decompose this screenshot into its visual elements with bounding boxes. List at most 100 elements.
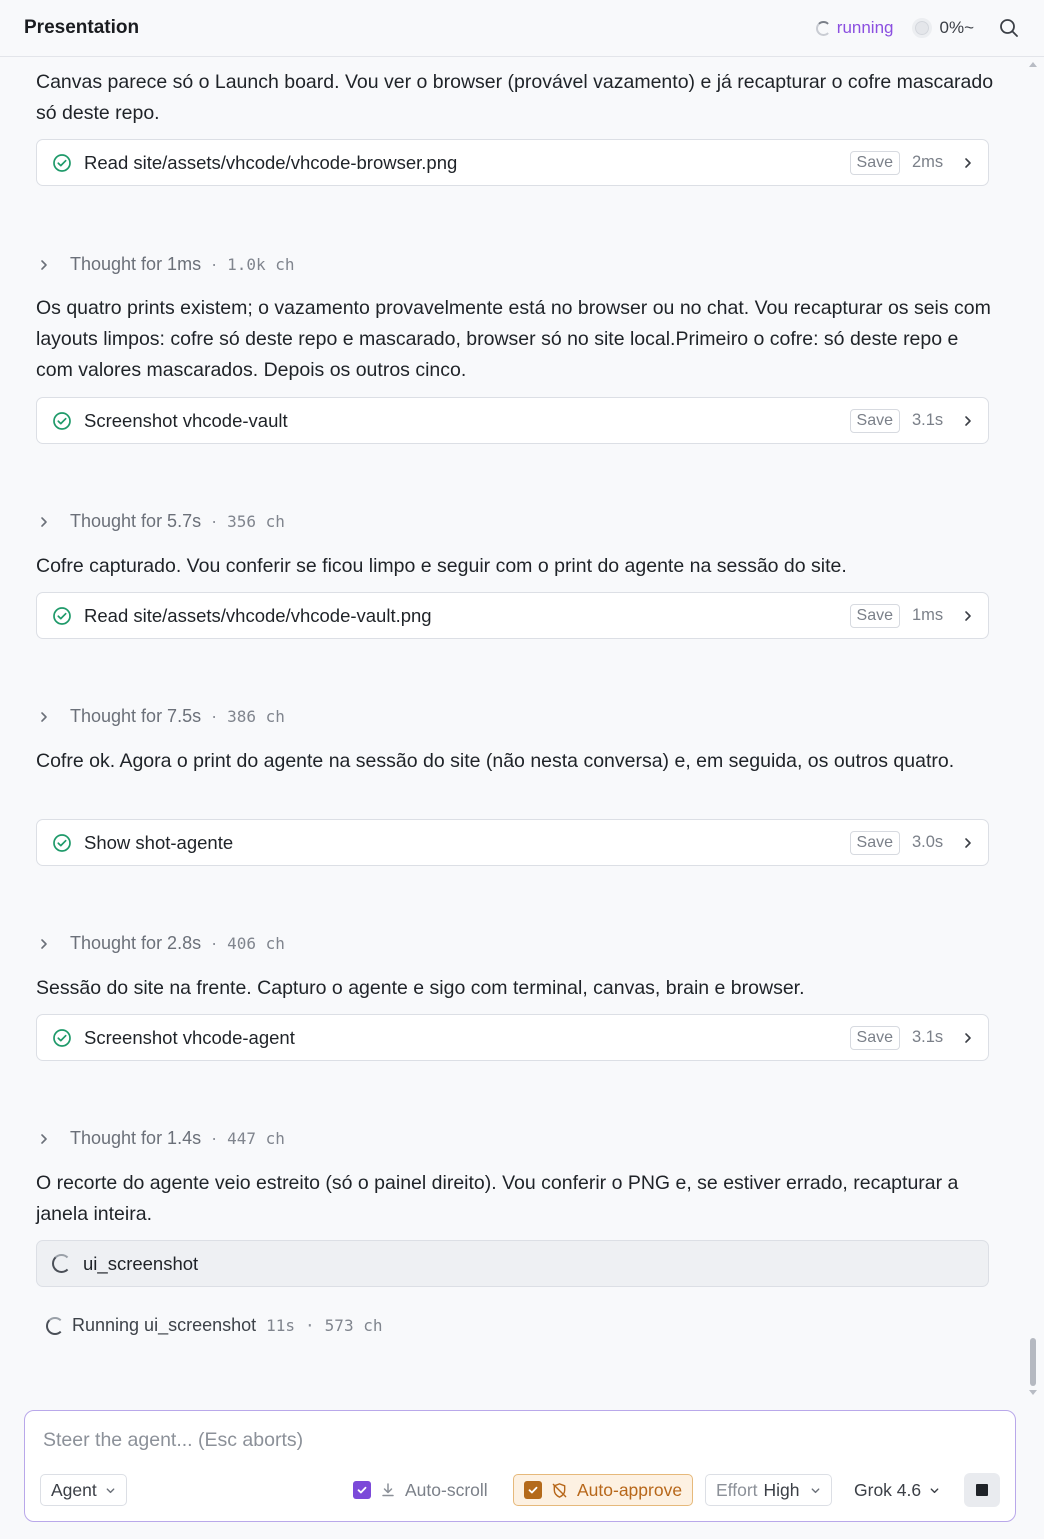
thought-label: Thought for 1ms (70, 254, 202, 274)
thought-label: Thought for 7.5s (70, 706, 202, 726)
assistant-message: Cofre ok. Agora o print do agente na ses… (36, 750, 955, 772)
autoapprove-toggle[interactable]: Auto-approve (513, 1474, 694, 1506)
thought-char-count: 447 ch (227, 1129, 285, 1148)
effort-select[interactable]: Effort High (705, 1474, 832, 1506)
assistant-message: O recorte do agente veio estreito (só o … (36, 1172, 959, 1225)
loading-spinner-icon (52, 1254, 71, 1273)
scroll-up-arrow-icon[interactable] (1029, 62, 1037, 67)
save-button[interactable]: Save (849, 603, 900, 628)
steer-input[interactable] (43, 1429, 943, 1452)
success-check-icon (53, 411, 71, 430)
separator-dot: · (211, 511, 218, 531)
chevron-right-icon[interactable] (962, 1032, 974, 1044)
chevron-right-icon[interactable] (962, 610, 974, 622)
chevron-right-icon (41, 259, 47, 270)
scroll-down-arrow-icon[interactable] (1029, 1390, 1037, 1395)
tool-duration: 1ms (912, 606, 944, 624)
thought-toggle[interactable]: Thought for 2.8s · 406 ch (36, 933, 285, 954)
save-button[interactable]: Save (849, 1025, 900, 1050)
success-check-icon (53, 1028, 71, 1047)
chevron-right-icon[interactable] (962, 157, 974, 169)
effort-value: High (763, 1479, 800, 1500)
autoscroll-checkbox[interactable] (353, 1481, 371, 1499)
stop-icon (976, 1484, 988, 1496)
assistant-message: Os quatro prints existem; o vazamento pr… (36, 297, 991, 381)
separator-dot: · (211, 254, 218, 274)
save-button[interactable]: Save (849, 408, 900, 433)
thought-char-count: 356 ch (227, 512, 285, 531)
separator-dot: · (211, 933, 218, 953)
checkmark-icon (528, 1486, 538, 1494)
usage-ring-icon (911, 18, 932, 38)
chevron-right-icon (41, 1133, 47, 1144)
thought-toggle[interactable]: Thought for 7.5s · 386 ch (36, 706, 285, 727)
loading-spinner-icon (46, 1316, 64, 1335)
success-check-icon (53, 833, 71, 852)
assistant-message: Cofre capturado. Vou conferir se ficou l… (36, 555, 847, 577)
composer: Agent Auto-scroll Auto-approve Effort Hi… (24, 1410, 1016, 1522)
tool-call-label: Read site/assets/vhcode/vhcode-vault.png (84, 604, 432, 626)
usage-percent: 0%~ (939, 18, 975, 37)
conversation-feed[interactable]: Canvas parece só o Launch board. Vou ver… (0, 58, 1030, 1398)
status-label: running (836, 18, 894, 37)
autoapprove-label: Auto-approve (577, 1479, 683, 1500)
running-time: 11s (266, 1316, 296, 1335)
chevron-down-icon (930, 1487, 939, 1493)
tool-call-card[interactable]: Read site/assets/vhcode/vhcode-browser.p… (36, 139, 989, 186)
chevron-right-icon (41, 938, 47, 949)
thought-char-count: 1.0k ch (227, 255, 295, 274)
download-arrow-icon (382, 1483, 394, 1497)
tool-duration: 3.1s (912, 411, 944, 429)
chevron-down-icon (811, 1487, 819, 1493)
stop-button[interactable] (964, 1473, 1000, 1507)
autoscroll-label: Auto-scroll (405, 1479, 488, 1500)
loading-spinner-icon (815, 20, 831, 36)
separator-dot: · (305, 1316, 315, 1335)
tool-call-label: ui_screenshot (83, 1252, 199, 1274)
chevron-down-icon (106, 1487, 115, 1493)
running-label: Running ui_screenshot (72, 1315, 257, 1335)
tool-call-card[interactable]: Show shot-agente Save 3.0s (36, 819, 989, 866)
scrollbar-thumb[interactable] (1030, 1338, 1036, 1386)
mode-label: Agent (51, 1479, 97, 1500)
tool-call-card[interactable]: Read site/assets/vhcode/vhcode-vault.png… (36, 592, 989, 639)
thought-toggle[interactable]: Thought for 5.7s · 356 ch (36, 511, 285, 532)
tool-call-label: Show shot-agente (84, 831, 234, 853)
chevron-right-icon (41, 711, 47, 722)
success-check-icon (53, 153, 71, 172)
running-indicator: Running ui_screenshot 11s · 573 ch (46, 1315, 382, 1336)
chevron-right-icon[interactable] (962, 415, 974, 427)
tool-call-card[interactable]: Screenshot vhcode-vault Save 3.1s (36, 397, 989, 444)
thought-toggle[interactable]: Thought for 1ms · 1.0k ch (36, 254, 295, 275)
search-button[interactable] (998, 17, 1020, 39)
tool-call-card[interactable]: Screenshot vhcode-agent Save 3.1s (36, 1014, 989, 1061)
tool-duration: 2ms (912, 153, 944, 171)
context-usage[interactable]: 0%~ (911, 18, 975, 38)
model-select[interactable]: Grok 4.6 (854, 1474, 940, 1506)
tool-call-label: Read site/assets/vhcode/vhcode-browser.p… (84, 151, 458, 173)
mode-select[interactable]: Agent (40, 1474, 127, 1506)
running-char-count: 573 ch (324, 1316, 383, 1335)
page-title: Presentation (24, 17, 140, 38)
thought-label: Thought for 2.8s (70, 933, 202, 953)
thought-label: Thought for 1.4s (70, 1128, 202, 1148)
thought-toggle[interactable]: Thought for 1.4s · 447 ch (36, 1128, 285, 1149)
run-status: running (815, 18, 894, 38)
assistant-message: Sessão do site na frente. Capturo o agen… (36, 977, 805, 999)
save-button[interactable]: Save (849, 830, 900, 855)
tool-duration: 3.0s (912, 833, 944, 851)
shield-off-icon (552, 1482, 567, 1498)
separator-dot: · (211, 706, 218, 726)
thought-label: Thought for 5.7s (70, 511, 202, 531)
autoscroll-toggle[interactable]: Auto-scroll (353, 1474, 488, 1506)
pending-tool-card[interactable]: ui_screenshot (36, 1240, 989, 1287)
autoapprove-checkbox[interactable] (524, 1481, 542, 1499)
thought-char-count: 406 ch (227, 934, 285, 953)
checkmark-icon (357, 1486, 367, 1494)
tool-call-label: Screenshot vhcode-vault (84, 409, 288, 431)
chevron-right-icon[interactable] (962, 837, 974, 849)
success-check-icon (53, 606, 71, 625)
effort-label: Effort (716, 1479, 758, 1500)
save-button[interactable]: Save (849, 150, 900, 175)
model-label: Grok 4.6 (854, 1479, 922, 1500)
